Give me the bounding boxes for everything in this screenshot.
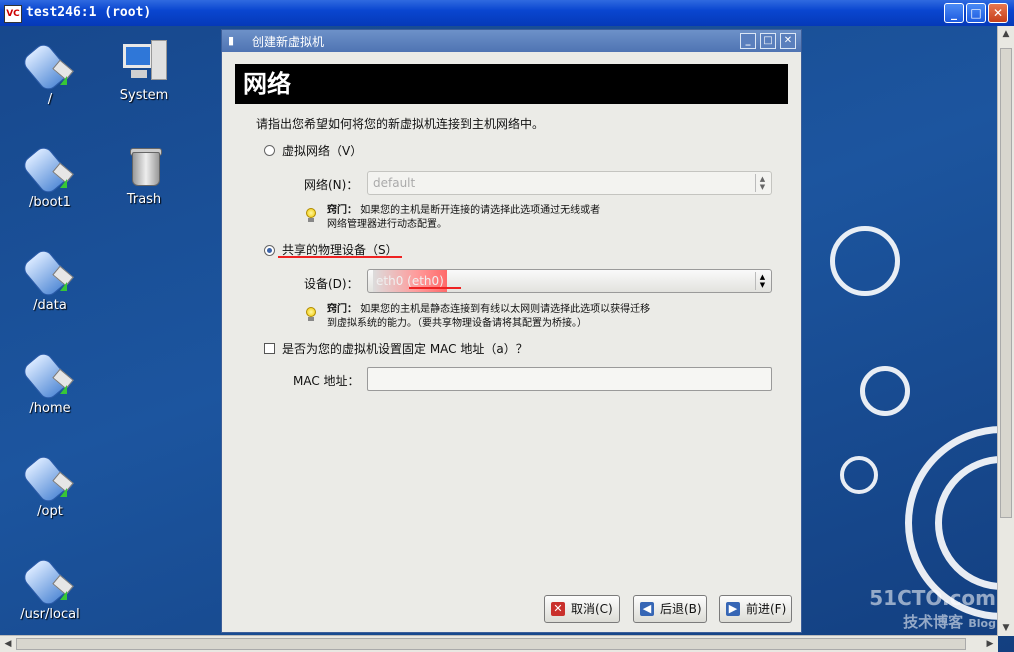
horizontal-scroll-thumb[interactable]: [16, 638, 966, 650]
dialog-maximize-button[interactable]: □: [760, 33, 776, 49]
forward-arrow-icon: ▶: [726, 602, 740, 616]
lightbulb-icon: [305, 208, 317, 223]
vnc-minimize-button[interactable]: _: [944, 3, 964, 23]
desktop-icon-root[interactable]: /: [2, 38, 98, 107]
wallpaper-swirl: [840, 456, 878, 494]
annotation-underline: [409, 287, 461, 289]
annotation-underline: [278, 256, 402, 258]
vertical-scrollbar[interactable]: ▲ ▼: [997, 26, 1014, 636]
wallpaper-swirl: [830, 226, 900, 296]
usb-drive-icon: [20, 244, 74, 300]
fixed-mac-checkbox[interactable]: [264, 343, 275, 354]
watermark-line: 51CTO.com: [869, 586, 996, 610]
usb-drive-icon: [20, 347, 74, 403]
dialog-close-button[interactable]: ✕: [780, 33, 796, 49]
spin-arrows-icon: ▲ ▼: [755, 174, 769, 192]
desktop-icon-label: /data: [33, 298, 67, 313]
scroll-left-icon[interactable]: ◀: [0, 636, 16, 652]
desktop-icon-label: /usr/local: [20, 607, 80, 622]
desktop-icon-home[interactable]: /home: [2, 347, 98, 416]
scroll-right-icon[interactable]: ▶: [982, 636, 998, 652]
scroll-up-icon[interactable]: ▲: [998, 26, 1014, 42]
cancel-icon: ✕: [551, 602, 565, 616]
device-field-label: 设备(D)：: [304, 277, 359, 291]
fixed-mac-label[interactable]: 是否为您的虚拟机设置固定 MAC 地址（a）？: [282, 340, 528, 357]
lightbulb-icon: [305, 307, 317, 322]
forward-button[interactable]: ▶ 前进(F): [719, 595, 792, 623]
vertical-scroll-thumb[interactable]: [1000, 48, 1012, 518]
mac-address-input[interactable]: [367, 367, 772, 391]
usb-drive-icon: [20, 553, 74, 609]
page-banner: 网络: [235, 64, 788, 104]
network-field-label: 网络(N)：: [304, 178, 359, 192]
virtual-network-radio[interactable]: [264, 145, 275, 156]
desktop-icon-label: System: [119, 88, 169, 103]
horizontal-scrollbar[interactable]: ◀ ▶: [0, 635, 998, 652]
desktop-icon-label: Trash: [126, 192, 162, 207]
scroll-down-icon[interactable]: ▼: [998, 620, 1014, 636]
network-prompt: 请指出您希望如何将您的新虚拟机连接到主机网络中。: [256, 117, 545, 131]
network-select-value: default: [373, 176, 416, 190]
desktop-icon-label: /: [47, 92, 53, 107]
watermark-line: 技术博客 Blog: [903, 613, 996, 631]
vnc-close-button[interactable]: ✕: [988, 3, 1008, 23]
cancel-button-label: 取消(C): [571, 602, 613, 616]
desktop-icon-system[interactable]: System: [96, 40, 192, 103]
vnc-app-icon[interactable]: VC: [4, 5, 22, 23]
new-vm-dialog: ▮ 创建新虚拟机 _ □ ✕ 网络 请指出您希望如何将您的新虚拟机连接到主机网络…: [221, 29, 802, 633]
watermark: 51CTO.com 技术博客 Blog: [869, 586, 996, 636]
back-arrow-icon: ◀: [640, 602, 654, 616]
dialog-minimize-button[interactable]: _: [740, 33, 756, 49]
desktop-icon-data[interactable]: /data: [2, 244, 98, 313]
dialog-titlebar: ▮ 创建新虚拟机 _ □ ✕: [222, 30, 801, 52]
dialog-title: 创建新虚拟机: [252, 35, 325, 49]
back-button[interactable]: ◀ 后退(B): [633, 595, 707, 623]
desktop-icon-trash[interactable]: Trash: [96, 144, 192, 207]
computer-icon: [121, 40, 167, 84]
desktop-icon-label: /home: [29, 401, 71, 416]
cancel-button[interactable]: ✕ 取消(C): [544, 595, 620, 623]
network-select: default ▲ ▼: [367, 171, 772, 195]
wallpaper-swirl: [860, 366, 910, 416]
vnc-window-titlebar: VC test246:1 (root) _ □ ✕: [0, 0, 1014, 26]
forward-button-label: 前进(F): [746, 602, 787, 616]
window-menu-icon[interactable]: ▮: [228, 34, 240, 47]
desktop-icon-usr-local[interactable]: /usr/local: [2, 553, 98, 622]
vnc-maximize-button[interactable]: □: [966, 3, 986, 23]
tip-virtual-network: 窍门： 如果您的主机是断开连接的请选择此选项通过无线或者 网络管理器进行动态配置…: [327, 205, 601, 230]
virtual-network-label[interactable]: 虚拟网络（V）: [282, 142, 362, 159]
desktop-icon-boot1[interactable]: /boot1: [2, 141, 98, 210]
desktop-icon-opt[interactable]: /opt: [2, 450, 98, 519]
tip-shared-device: 窍门： 如果您的主机是静态连接到有线以太网则请选择此选项以获得迁移 到虚拟系统的…: [327, 304, 651, 329]
desktop-icon-label: /opt: [37, 504, 63, 519]
usb-drive-icon: [20, 38, 74, 94]
device-select[interactable]: eth0 (eth0) ▲ ▼: [367, 269, 772, 293]
back-button-label: 后退(B): [660, 602, 702, 616]
mac-field-label: MAC 地址：: [293, 374, 360, 388]
usb-drive-icon: [20, 141, 74, 197]
spin-arrows-icon[interactable]: ▲ ▼: [755, 272, 769, 290]
trash-icon: [124, 144, 164, 188]
vnc-window-title: test246:1 (root): [26, 5, 152, 20]
usb-drive-icon: [20, 450, 74, 506]
desktop-icon-label: /boot1: [29, 195, 71, 210]
shared-device-radio[interactable]: [264, 245, 275, 256]
